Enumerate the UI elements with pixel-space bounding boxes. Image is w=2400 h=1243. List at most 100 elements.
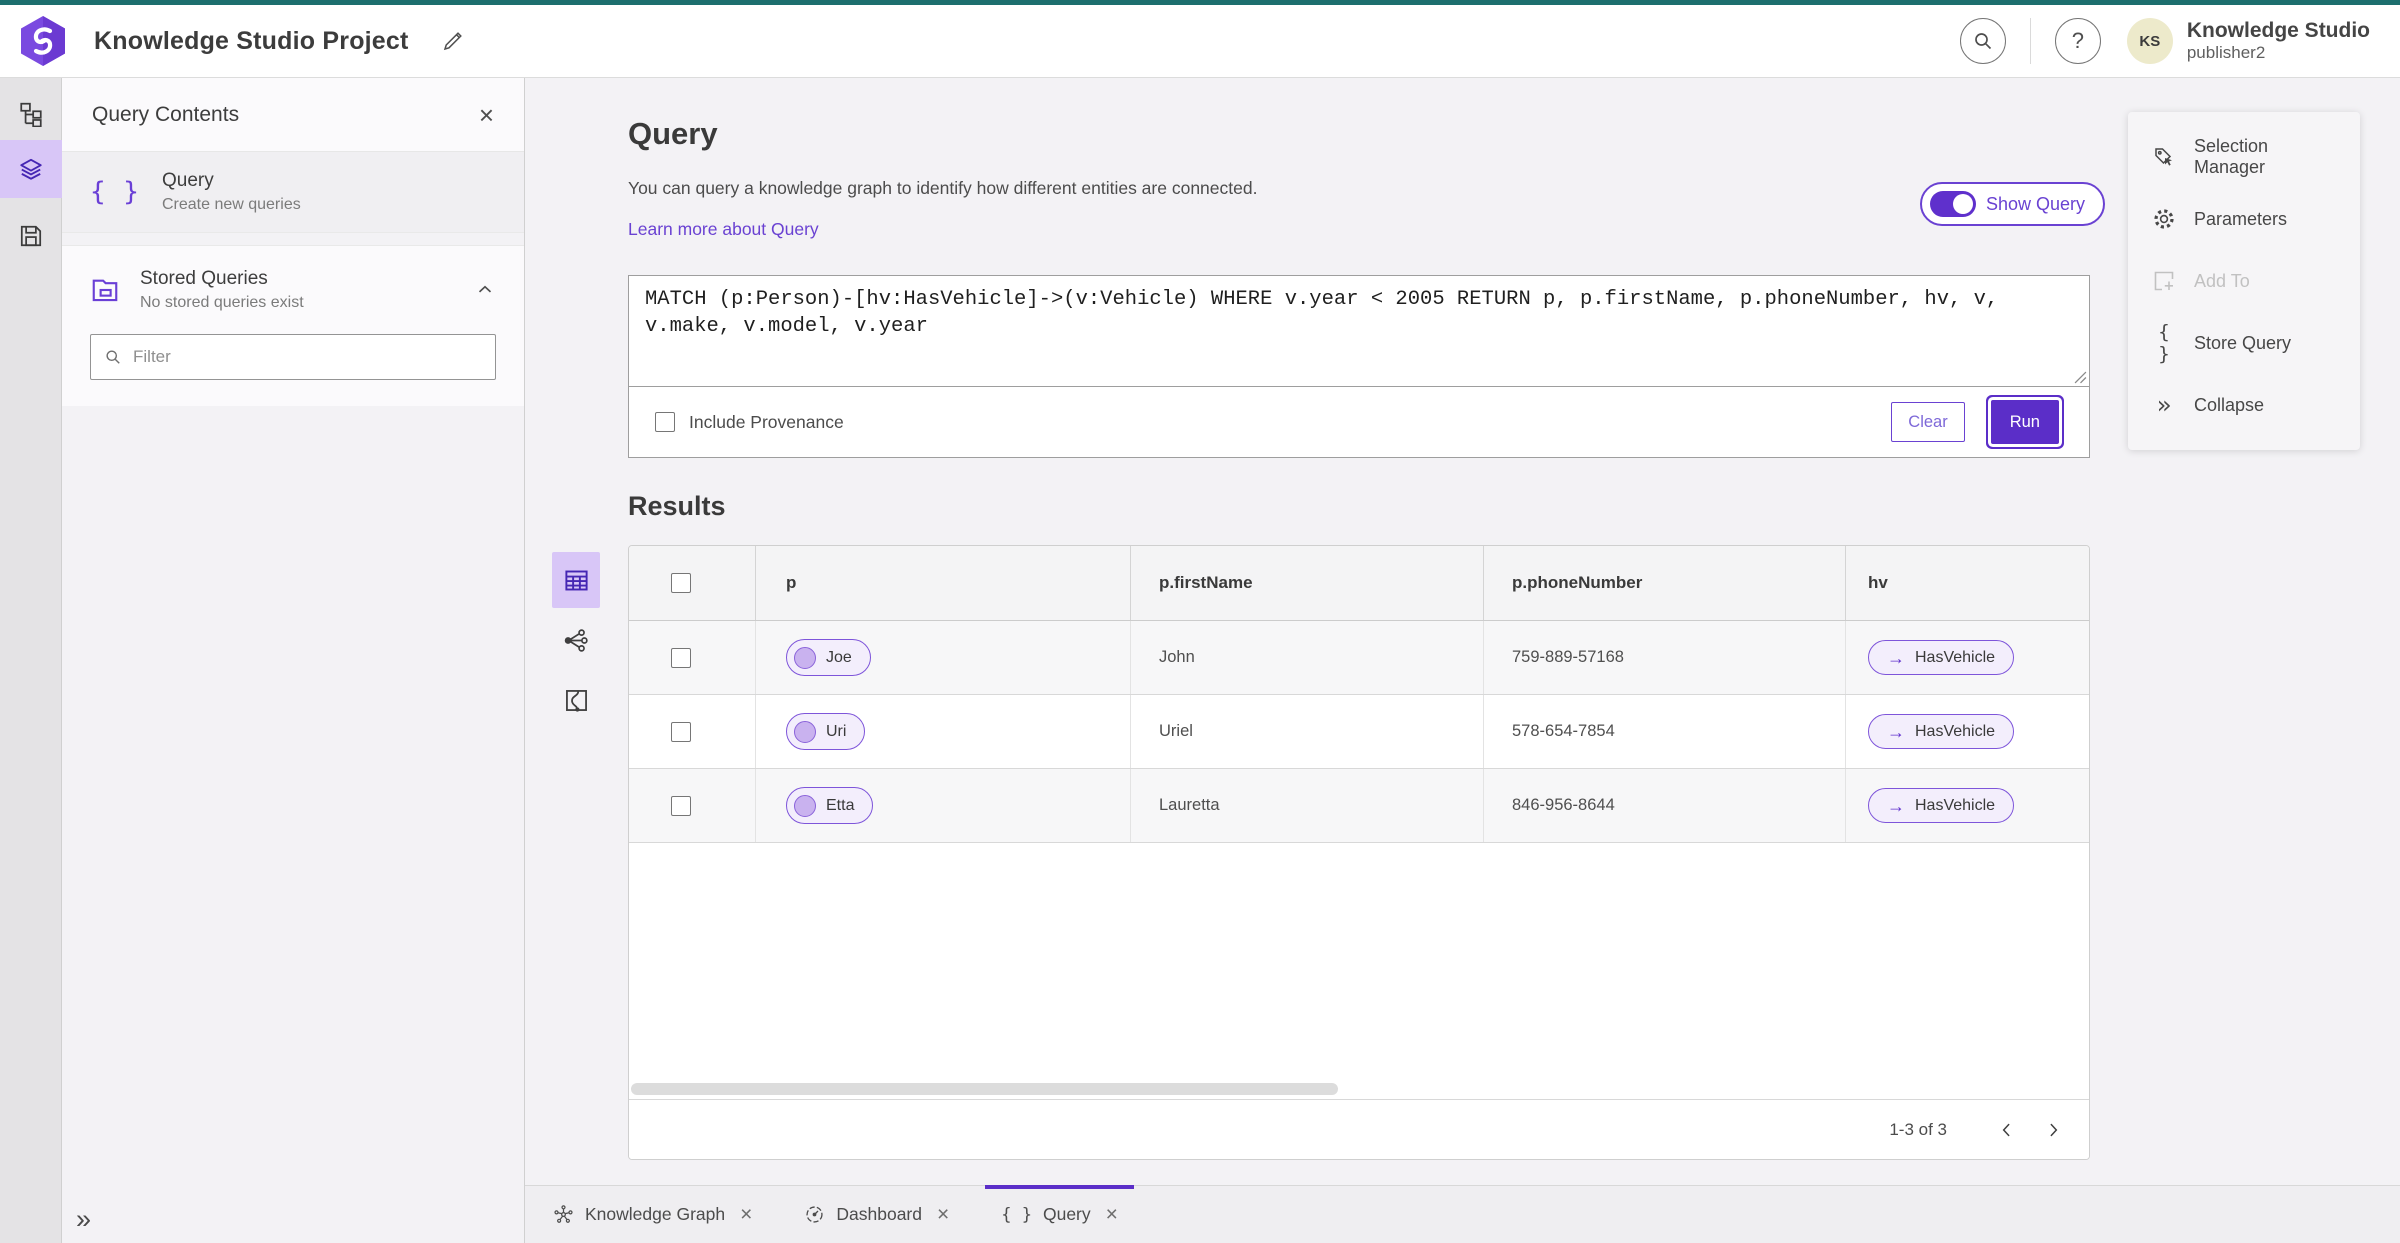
- close-icon[interactable]: ×: [1106, 1204, 1118, 1225]
- tool-label: Parameters: [2194, 208, 2288, 229]
- query-description: You can query a knowledge graph to ident…: [628, 178, 1258, 198]
- query-editor[interactable]: MATCH (p:Person)-[hv:HasVehicle]->(v:Veh…: [629, 276, 2089, 386]
- filter-input[interactable]: [133, 347, 483, 367]
- panel-item-query[interactable]: { } Query Create new queries: [62, 152, 524, 232]
- tab-knowledge-graph[interactable]: Knowledge Graph ×: [537, 1186, 768, 1243]
- tab-query[interactable]: { } Query ×: [985, 1185, 1134, 1243]
- panel-close-button[interactable]: ×: [479, 102, 494, 128]
- table-empty-area: [629, 843, 2089, 1099]
- header-divider: [2029, 18, 2031, 64]
- phone-cell: 578-654-7854: [1484, 695, 1846, 768]
- braces-icon: { }: [90, 177, 140, 207]
- relationship-cell: → HasVehicle: [1846, 621, 2089, 694]
- horizontal-scrollbar[interactable]: [631, 1083, 1338, 1095]
- stored-queries-section-header[interactable]: Stored Queries No stored queries exist: [62, 246, 524, 334]
- search-icon: [106, 350, 120, 364]
- project-title: Knowledge Studio Project: [94, 26, 409, 55]
- tab-dashboard[interactable]: Dashboard ×: [788, 1186, 965, 1243]
- entity-node-icon: [794, 794, 816, 817]
- app-logo-icon: [20, 15, 66, 67]
- panel-expand-button[interactable]: »: [76, 1206, 91, 1233]
- account-username: publisher2: [2186, 43, 2266, 63]
- relationship-pill[interactable]: → HasVehicle: [1868, 788, 2015, 823]
- right-tool-panel: Selection Manager Parameters Add To { } …: [2128, 112, 2360, 450]
- cell-value: Lauretta: [1159, 796, 1220, 814]
- query-page-title: Query: [628, 116, 718, 151]
- include-provenance-checkbox[interactable]: [655, 412, 675, 432]
- save-icon: [18, 223, 44, 249]
- show-query-toggle[interactable]: Show Query: [1920, 182, 2106, 226]
- entity-cell: Joe: [756, 621, 1131, 694]
- arrow-right-icon: →: [1887, 795, 1905, 816]
- clear-button[interactable]: Clear: [1891, 402, 1965, 442]
- query-editor-card: MATCH (p:Person)-[hv:HasVehicle]->(v:Veh…: [628, 275, 2090, 458]
- knowledge-graph-icon: [553, 1204, 574, 1225]
- entity-pill[interactable]: Uri: [786, 713, 866, 750]
- tool-parameters[interactable]: Parameters: [2128, 188, 2360, 250]
- relationship-label: HasVehicle: [1915, 722, 1996, 740]
- first-name-cell: Uriel: [1131, 695, 1484, 768]
- panel-section-divider: [62, 232, 524, 246]
- search-button[interactable]: [1959, 18, 2006, 64]
- header-cell-phone: p.phoneNumber: [1484, 546, 1846, 620]
- link-chart-view-button[interactable]: [552, 612, 600, 668]
- table-icon: [563, 567, 590, 594]
- search-icon: [1971, 29, 1995, 53]
- tool-label: Store Query: [2194, 332, 2292, 353]
- entity-label: Uri: [826, 722, 847, 740]
- prev-page-button[interactable]: [1993, 1116, 2021, 1144]
- relationship-pill[interactable]: → HasVehicle: [1868, 714, 2015, 749]
- close-icon[interactable]: ×: [937, 1204, 949, 1225]
- rail-save-button[interactable]: [0, 214, 62, 258]
- edit-title-button[interactable]: [441, 29, 465, 53]
- query-item-title: Query: [161, 170, 214, 191]
- cell-value: 846-956-8644: [1512, 796, 1615, 814]
- collapse-section-button[interactable]: [474, 279, 496, 301]
- tab-label: Knowledge Graph: [585, 1204, 726, 1224]
- next-page-button[interactable]: [2039, 1116, 2067, 1144]
- filter-input-wrapper: [90, 334, 496, 380]
- run-button[interactable]: Run: [1990, 400, 2059, 444]
- cell-value: 759-889-57168: [1512, 648, 1624, 666]
- tab-label: Query: [1042, 1204, 1091, 1224]
- arrow-right-icon: →: [1887, 721, 1905, 742]
- map-view-button[interactable]: [552, 672, 600, 728]
- dashboard-gauge-icon: [804, 1204, 825, 1225]
- column-label: hv: [1868, 573, 1888, 592]
- tool-store-query[interactable]: { } Store Query: [2128, 312, 2360, 374]
- table-header-row: p p.firstName p.phoneNumber hv: [629, 546, 2089, 621]
- row-select-cell: [629, 695, 756, 768]
- first-name-cell: Lauretta: [1131, 769, 1484, 842]
- stored-queries-text: Stored Queries No stored queries exist: [140, 268, 304, 312]
- entity-pill[interactable]: Etta: [786, 787, 874, 824]
- phone-cell: 846-956-8644: [1484, 769, 1846, 842]
- select-all-checkbox[interactable]: [671, 573, 691, 593]
- query-item-text: Query Create new queries: [162, 170, 301, 214]
- table-view-button[interactable]: [552, 552, 600, 608]
- row-checkbox[interactable]: [671, 721, 691, 742]
- tool-selection-manager[interactable]: Selection Manager: [2128, 126, 2360, 188]
- tool-add-to: Add To: [2128, 250, 2360, 312]
- row-checkbox[interactable]: [671, 647, 691, 668]
- close-icon[interactable]: ×: [740, 1204, 752, 1225]
- account-name: Knowledge Studio: [2186, 19, 2370, 43]
- learn-more-link[interactable]: Learn more about Query: [628, 219, 819, 240]
- entity-pill[interactable]: Joe: [786, 639, 871, 676]
- rail-layers-button[interactable]: [0, 140, 62, 198]
- row-checkbox[interactable]: [671, 795, 691, 816]
- tool-label: Selection Manager: [2194, 136, 2269, 177]
- query-editor-footer: Include Provenance Clear Run: [629, 387, 2089, 457]
- rail-data-model-button[interactable]: [0, 92, 62, 136]
- resize-handle[interactable]: [2074, 371, 2087, 384]
- app-root: Knowledge Studio Project ? KS Knowledge …: [0, 0, 2400, 1243]
- entity-label: Joe: [826, 648, 852, 666]
- panel-header: Query Contents ×: [62, 78, 524, 152]
- tool-collapse[interactable]: » Collapse: [2128, 374, 2360, 436]
- row-select-cell: [629, 621, 756, 694]
- relationship-pill[interactable]: → HasVehicle: [1868, 640, 2015, 675]
- help-button[interactable]: ?: [2054, 18, 2101, 64]
- layers-icon: [18, 156, 44, 182]
- header-actions: ? KS Knowledge Studio publisher2: [1959, 18, 2370, 64]
- avatar[interactable]: KS: [2126, 18, 2173, 64]
- toggle-knob: [1953, 194, 1973, 214]
